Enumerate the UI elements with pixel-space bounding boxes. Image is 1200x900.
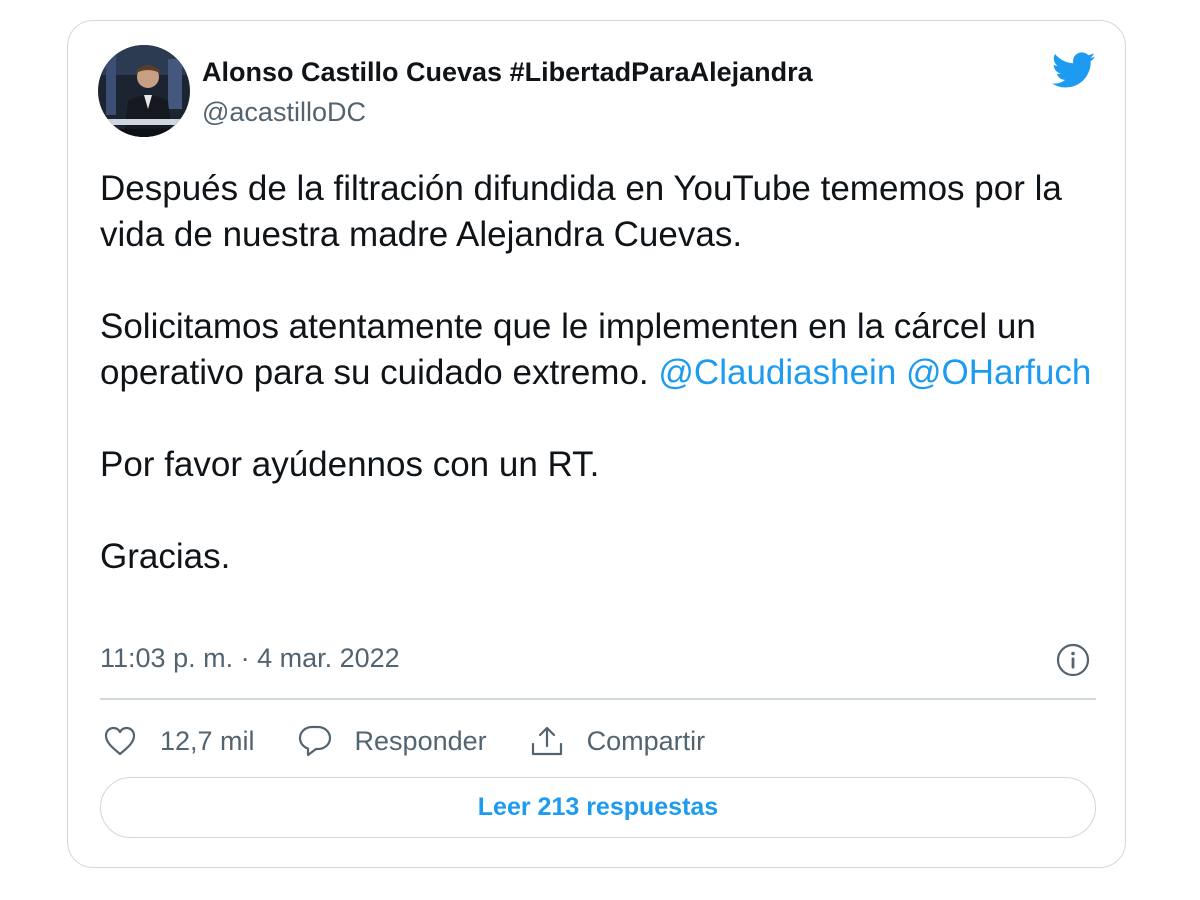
avatar[interactable]: [98, 45, 190, 137]
tweet-paragraph-3: Por favor ayúdennos con un RT.: [100, 445, 600, 484]
like-button[interactable]: 12,7 mil: [100, 721, 255, 761]
tweet-paragraph-4: Gracias.: [100, 537, 231, 576]
speech-bubble-icon: [295, 721, 335, 761]
divider: [100, 698, 1096, 700]
author-handle[interactable]: @acastilloDC: [202, 97, 366, 128]
tweet-text: Después de la filtración difundida en Yo…: [100, 166, 1100, 580]
author-display-name[interactable]: Alonso Castillo Cuevas #LibertadParaAlej…: [202, 57, 813, 88]
heart-icon: [100, 721, 140, 761]
tweet-paragraph-1: Después de la filtración difundida en Yo…: [100, 169, 1062, 254]
like-count: 12,7 mil: [160, 725, 255, 756]
reply-button[interactable]: Responder: [295, 721, 487, 761]
share-label: Compartir: [586, 725, 706, 756]
tweet-paragraph-2-text: Solicitamos atentamente que le implement…: [100, 307, 1036, 392]
tweet-card: Alonso Castillo Cuevas #LibertadParaAlej…: [67, 20, 1126, 868]
twitter-bird-icon[interactable]: [1050, 51, 1096, 89]
share-icon: [527, 721, 567, 761]
reply-label: Responder: [354, 725, 487, 756]
mention-oharfuch-link[interactable]: @OHarfuch: [906, 353, 1091, 392]
tweet-timestamp[interactable]: 11:03 p. m. · 4 mar. 2022: [100, 643, 400, 674]
share-button[interactable]: Compartir: [527, 721, 706, 761]
mention-claudiashein-link[interactable]: @Claudiashein: [658, 353, 896, 392]
read-replies-button[interactable]: Leer 213 respuestas: [100, 777, 1096, 838]
tweet-paragraph-2: Solicitamos atentamente que le implement…: [100, 304, 1100, 396]
tweet-actions: 12,7 mil Responder Compartir: [100, 721, 745, 761]
info-icon[interactable]: [1056, 643, 1090, 677]
